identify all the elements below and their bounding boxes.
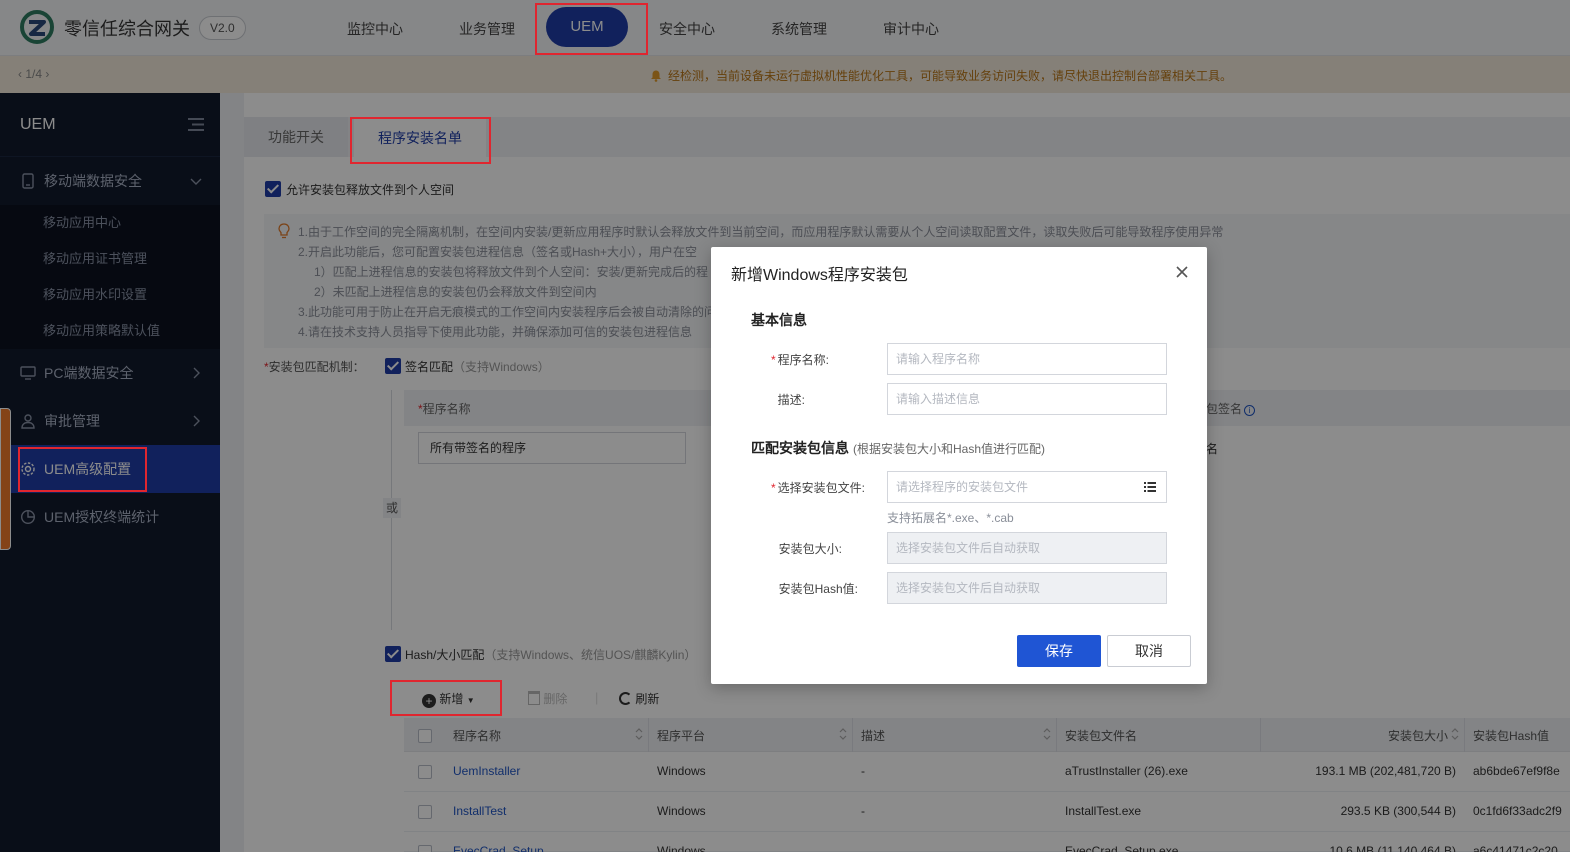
- package-hash-label: 安装包Hash值:: [778, 582, 858, 596]
- cancel-button[interactable]: 取消: [1107, 635, 1191, 667]
- save-button[interactable]: 保存: [1017, 635, 1101, 667]
- file-list-icon[interactable]: [1144, 481, 1156, 493]
- program-name-label: * 程序名称:: [770, 353, 829, 367]
- package-file-input[interactable]: 请选择程序的安装包文件: [887, 471, 1167, 503]
- package-file-label: * 选择安装包文件:: [770, 481, 865, 495]
- file-extension-help: 支持拓展名*.exe、*.cab: [887, 511, 1014, 525]
- package-size-input: 选择安装包文件后自动获取: [887, 532, 1167, 564]
- dialog-title: 新增Windows程序安装包: [731, 267, 908, 284]
- program-name-input[interactable]: 请输入程序名称: [887, 343, 1167, 375]
- basic-info-section: 基本信息: [751, 312, 807, 328]
- add-package-dialog: 新增Windows程序安装包 基本信息 * 程序名称: 请输入程序名称 描述: 请…: [711, 247, 1207, 684]
- description-label: 描述:: [777, 393, 805, 407]
- close-icon[interactable]: [1175, 265, 1189, 279]
- package-hash-input: 选择安装包文件后自动获取: [887, 572, 1167, 604]
- match-info-section: 匹配安装包信息 (根据安装包大小和Hash值进行匹配): [751, 440, 1046, 456]
- package-size-label: 安装包大小:: [778, 542, 842, 556]
- description-input[interactable]: 请输入描述信息: [887, 383, 1167, 415]
